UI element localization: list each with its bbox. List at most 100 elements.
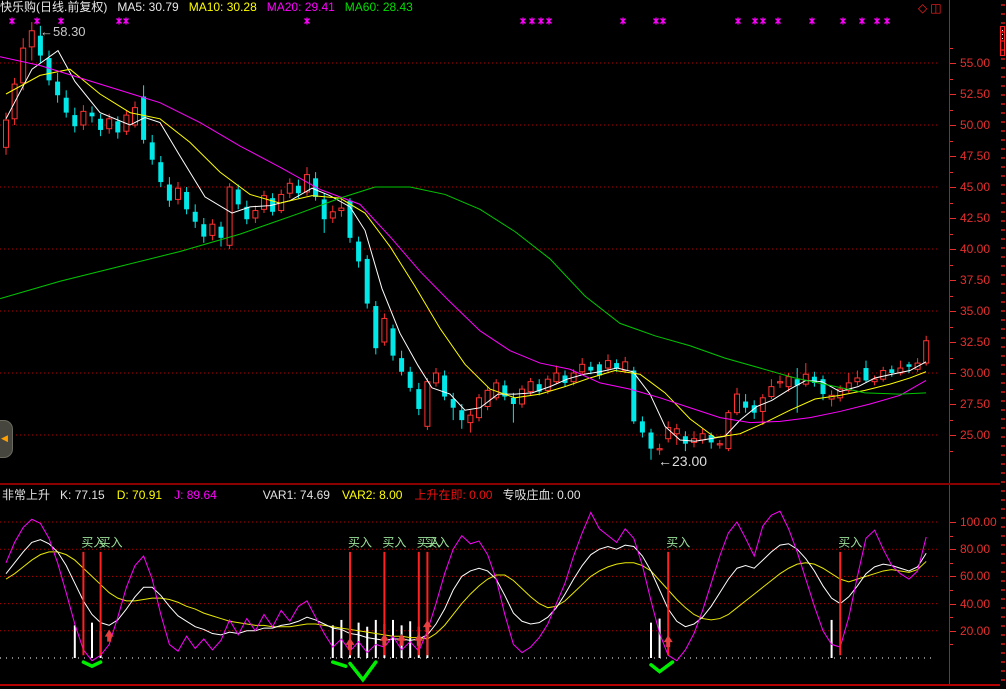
buy-label: 买入 <box>838 535 862 549</box>
axis-tick <box>950 617 953 618</box>
scrollbar-tick <box>1001 562 1005 564</box>
scrollbar-tick <box>1001 661 1005 663</box>
candle <box>700 429 705 444</box>
scrollbar-tick <box>1001 643 1005 645</box>
candle <box>72 108 77 133</box>
scrollbar-tick <box>1001 328 1005 330</box>
candle <box>640 416 645 437</box>
axis-tick <box>950 644 953 645</box>
price-axis-label: 52.50 <box>960 87 990 101</box>
candle <box>391 325 396 361</box>
indicator-readout: 非常上升 <box>2 488 50 502</box>
signal-bar <box>332 625 334 658</box>
scrollbar-tick <box>1001 157 1005 159</box>
scrollbar-tick <box>1001 670 1005 672</box>
axis-tick <box>950 218 956 219</box>
candle <box>563 371 568 387</box>
candle <box>743 394 748 413</box>
candle <box>64 90 69 117</box>
axis-tick <box>950 141 953 142</box>
scrollbar-tick <box>1001 265 1005 267</box>
axis-tick <box>950 358 953 359</box>
scrollbar-tick <box>1001 526 1005 528</box>
candle <box>330 206 335 223</box>
sidebar-collapse-handle[interactable]: ◀ <box>0 420 13 458</box>
axis-tick <box>950 576 956 577</box>
scrollbar-tick <box>1001 616 1005 618</box>
scrollbar-tick <box>1001 634 1005 636</box>
candle <box>141 85 146 143</box>
price-axis: 55.0052.5050.0047.5045.0042.5040.0037.50… <box>950 0 1006 484</box>
event-marker-icon <box>530 18 535 25</box>
event-marker-icon <box>521 18 526 25</box>
scrollbar-tick <box>1001 4 1005 6</box>
candle <box>244 201 249 225</box>
indicator-axis-label: 40.00 <box>960 597 990 611</box>
axis-tick <box>950 280 956 281</box>
scrollbar-tick <box>1001 319 1005 321</box>
scrollbar-tick <box>1001 418 1005 420</box>
event-marker-icon <box>885 18 890 25</box>
scrollbar-tick <box>1001 445 1005 447</box>
ma-line-ma60 <box>0 187 926 394</box>
buy-signal: 买入 <box>425 535 449 655</box>
candle <box>98 114 103 136</box>
event-marker-icon <box>547 18 552 25</box>
candle <box>735 388 740 415</box>
candle <box>614 359 619 371</box>
axis-tick <box>950 536 953 537</box>
candle <box>356 237 361 268</box>
event-marker-icon <box>621 18 626 25</box>
candle <box>666 421 671 442</box>
candle <box>829 390 834 406</box>
up-arrow-icon <box>664 635 673 647</box>
scrollbar-tick <box>1001 202 1005 204</box>
candle <box>502 380 507 400</box>
buy-label: 买入 <box>425 535 449 549</box>
candle <box>881 367 886 382</box>
indicator-readout: J: 89.64 <box>174 488 217 502</box>
candle <box>262 191 267 213</box>
scrollbar-tick <box>1001 76 1005 78</box>
trading-app-window: 快乐购(日线.前复权)MA5: 30.79MA10: 30.28MA20: 29… <box>0 0 1006 689</box>
axis-tick <box>950 110 953 111</box>
scrollbar-tick <box>1001 544 1005 546</box>
scrollbar-tick <box>1001 58 1005 60</box>
price-axis-label: 47.50 <box>960 149 990 163</box>
candle <box>485 387 490 411</box>
candle <box>167 177 172 207</box>
kdj-indicator-chart[interactable]: 买入买入买入买入买入买入买入买入 <box>0 506 948 683</box>
candle <box>408 367 413 392</box>
axis-tick <box>950 435 956 436</box>
candle <box>158 156 163 187</box>
candle <box>434 368 439 387</box>
axis-tick <box>950 590 953 591</box>
kdj-line-j <box>6 511 926 661</box>
indicator-readout: D: 70.91 <box>117 488 162 502</box>
candle <box>459 404 464 429</box>
axis-tick <box>950 125 956 126</box>
right-scrollbar[interactable] <box>1000 0 1006 689</box>
event-marker-icon <box>124 18 129 25</box>
indicator-readouts: 非常上升K: 77.15D: 70.91J: 89.64VAR1: 74.69V… <box>2 487 948 503</box>
candle <box>90 106 95 122</box>
candle <box>176 182 181 204</box>
scrollbar-tick <box>1001 679 1005 681</box>
candle <box>55 73 60 103</box>
scrollbar-thumb[interactable] <box>1000 26 1005 56</box>
price-axis-label: 42.50 <box>960 211 990 225</box>
scrollbar-tick <box>1001 607 1005 609</box>
candle <box>537 379 542 395</box>
bottom-check-mark <box>83 662 100 666</box>
axis-tick <box>950 342 956 343</box>
event-marker-icon <box>35 18 40 25</box>
candle <box>924 336 929 366</box>
price-annotation: ←58.30 <box>40 24 86 39</box>
scrollbar-tick <box>1001 238 1005 240</box>
scrollbar-tick <box>1001 301 1005 303</box>
candle <box>373 301 378 354</box>
bottom-border <box>0 684 1006 686</box>
indicator-axis-label: 100.00 <box>960 515 997 529</box>
indicator-readout: VAR2: 8.00 <box>342 488 402 502</box>
main-candlestick-chart[interactable]: ←58.30←23.00 <box>0 0 948 484</box>
